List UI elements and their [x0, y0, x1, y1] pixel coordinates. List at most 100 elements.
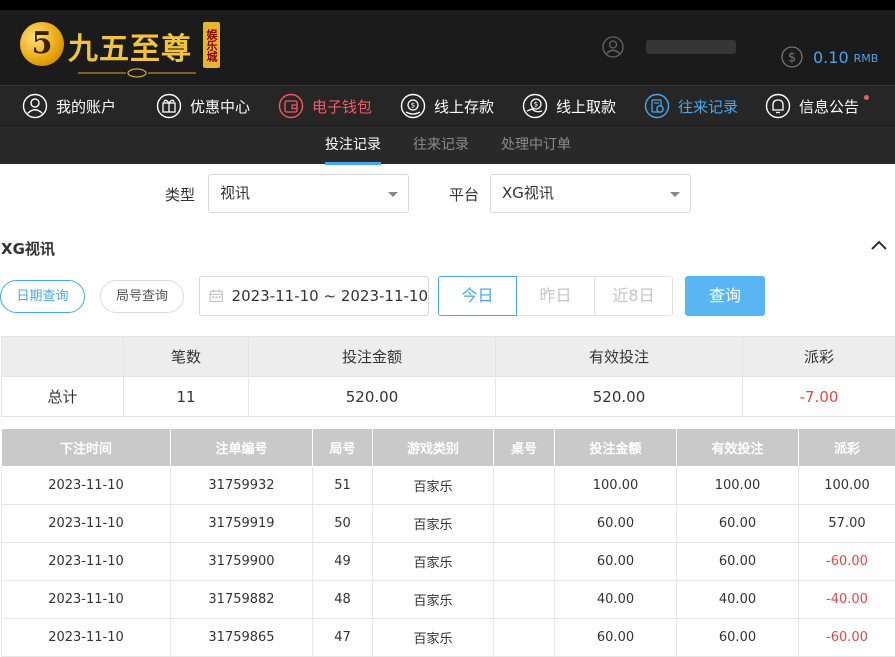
header-bet-time: 下注时间	[2, 429, 171, 467]
nav-label: 电子钱包	[312, 96, 372, 117]
cell-bet-id: 31759932	[171, 467, 313, 505]
summary-table: 笔数 投注金额 有效投注 派彩 总计 11 520.00 520.00 -7.0…	[1, 336, 895, 417]
nav-label: 线上取款	[556, 96, 616, 117]
bet-detail-table: 下注时间 注单编号 局号 游戏类别 桌号 投注金额 有效投注 派彩 2023-1…	[1, 428, 895, 657]
today-button[interactable]: 今日	[438, 276, 517, 316]
tab-bet-records[interactable]: 投注记录	[325, 126, 381, 165]
table-row: 2023-11-103175986547百家乐60.0060.00-60.00	[2, 619, 895, 657]
summary-header: 派彩	[743, 337, 895, 377]
gift-icon	[156, 93, 182, 119]
cell-round-no: 47	[313, 619, 373, 657]
nav-announcements[interactable]: 信息公告	[765, 86, 859, 126]
tab-pending-orders[interactable]: 处理中订单	[501, 126, 571, 165]
nav-promotions[interactable]: 优惠中心	[156, 86, 250, 126]
type-label: 类型	[165, 184, 195, 205]
summary-header: 投注金额	[249, 337, 496, 377]
cell-payout: -40.00	[799, 581, 895, 619]
last-8-days-button[interactable]: 近8日	[594, 276, 673, 316]
header-valid-bet: 有效投注	[677, 429, 799, 467]
cell-bet-amount: 60.00	[555, 543, 677, 581]
deposit-icon: $	[400, 93, 426, 119]
cell-valid-bet: 60.00	[677, 619, 799, 657]
query-button[interactable]: 查询	[685, 276, 765, 316]
nav-my-account[interactable]: 我的账户	[22, 86, 116, 126]
cell-table-no	[494, 619, 555, 657]
cell-bet-id: 31759919	[171, 505, 313, 543]
cell-table-no	[494, 467, 555, 505]
cell-bet-amount: 100.00	[555, 467, 677, 505]
table-row: 2023-11-103175991950百家乐60.0060.0057.00	[2, 505, 895, 543]
platform-select[interactable]: XG视讯	[490, 174, 691, 213]
query-bar: 日期查询 局号查询 2023-11-10 ~ 2023-11-10 今日 昨日 …	[0, 276, 895, 316]
summary-header: 有效投注	[496, 337, 743, 377]
nav-transaction-records[interactable]: 往来记录	[644, 86, 738, 126]
cell-payout: -60.00	[799, 543, 895, 581]
logo-emblem: 5	[20, 22, 64, 66]
site-logo[interactable]: 5 九五至尊 娱乐城	[20, 20, 220, 80]
summary-bet-amount: 520.00	[249, 377, 496, 417]
cell-round-no: 51	[313, 467, 373, 505]
withdraw-icon: $	[522, 93, 548, 119]
cell-valid-bet: 100.00	[677, 467, 799, 505]
cell-game-type: 百家乐	[373, 505, 494, 543]
user-avatar-icon	[602, 36, 624, 58]
cell-bet-time: 2023-11-10	[2, 505, 171, 543]
cell-payout: -60.00	[799, 619, 895, 657]
table-row: 2023-11-103175988248百家乐40.0040.00-40.00	[2, 581, 895, 619]
tab-transaction-records[interactable]: 往来记录	[413, 126, 469, 165]
user-info[interactable]	[602, 36, 736, 58]
cell-bet-id: 31759882	[171, 581, 313, 619]
svg-text:$: $	[411, 102, 415, 110]
user-icon	[22, 93, 48, 119]
summary-total-row: 总计 11 520.00 520.00 -7.00	[2, 377, 895, 417]
cell-bet-time: 2023-11-10	[2, 467, 171, 505]
cell-bet-time: 2023-11-10	[2, 619, 171, 657]
cell-game-type: 百家乐	[373, 619, 494, 657]
round-query-button[interactable]: 局号查询	[100, 280, 184, 313]
cell-payout: 57.00	[799, 505, 895, 543]
detail-header-row: 下注时间 注单编号 局号 游戏类别 桌号 投注金额 有效投注 派彩	[2, 429, 895, 467]
site-header: 5 九五至尊 娱乐城 $ 0.10 RMB	[0, 10, 895, 85]
type-select[interactable]: 视讯	[208, 174, 409, 213]
nav-label: 线上存款	[434, 96, 494, 117]
nav-e-wallet[interactable]: 电子钱包	[278, 86, 372, 126]
records-icon	[644, 93, 670, 119]
balance-unit: RMB	[854, 52, 879, 65]
calendar-icon	[209, 287, 224, 305]
nav-label: 往来记录	[678, 96, 738, 117]
header-bet-id: 注单编号	[171, 429, 313, 467]
nav-label: 信息公告	[799, 96, 859, 117]
quick-range-group: 今日 昨日 近8日	[438, 276, 673, 316]
logo-name: 九五至尊	[68, 24, 192, 68]
bell-icon	[765, 93, 791, 119]
cell-game-type: 百家乐	[373, 543, 494, 581]
cell-game-type: 百家乐	[373, 467, 494, 505]
header-payout: 派彩	[799, 429, 895, 467]
cell-valid-bet: 40.00	[677, 581, 799, 619]
logo-badge: 娱乐城	[203, 22, 220, 68]
date-range-input[interactable]: 2023-11-10 ~ 2023-11-10	[199, 276, 429, 316]
logo-ornament-icon	[78, 68, 196, 78]
cell-valid-bet: 60.00	[677, 505, 799, 543]
balance-display: $ 0.10 RMB	[781, 46, 878, 68]
cell-table-no	[494, 581, 555, 619]
date-query-button[interactable]: 日期查询	[0, 280, 85, 313]
cell-bet-id: 31759865	[171, 619, 313, 657]
header-table-no: 桌号	[494, 429, 555, 467]
cell-game-type: 百家乐	[373, 581, 494, 619]
nav-online-deposit[interactable]: $ 线上存款	[400, 86, 494, 126]
cell-bet-id: 31759900	[171, 543, 313, 581]
cell-valid-bet: 60.00	[677, 543, 799, 581]
header-round-no: 局号	[313, 429, 373, 467]
cell-bet-amount: 60.00	[555, 505, 677, 543]
yesterday-button[interactable]: 昨日	[516, 276, 595, 316]
svg-text:$: $	[534, 101, 538, 109]
summary-header	[2, 337, 124, 377]
summary-count: 11	[124, 377, 249, 417]
platform-label: 平台	[449, 184, 479, 205]
nav-online-withdraw[interactable]: $ 线上取款	[522, 86, 616, 126]
cell-bet-amount: 40.00	[555, 581, 677, 619]
summary-label: 总计	[2, 377, 124, 417]
chevron-up-icon[interactable]	[870, 238, 888, 252]
nav-label: 我的账户	[56, 96, 116, 117]
